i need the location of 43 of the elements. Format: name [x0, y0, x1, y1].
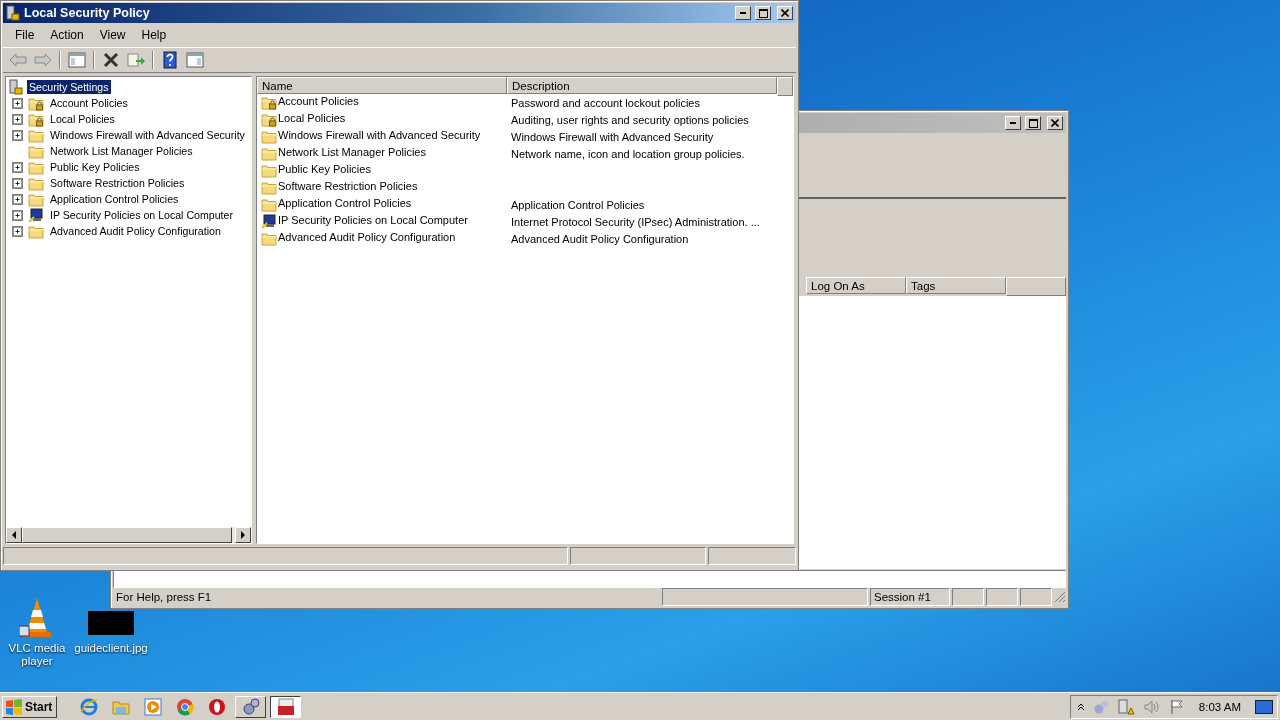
column-header[interactable]: Description — [507, 77, 777, 94]
tree-item[interactable]: Security Settings — [27, 80, 111, 94]
list-item[interactable]: IP Security Policies on Local Computer — [277, 214, 468, 229]
menu-item[interactable]: Action — [42, 28, 92, 42]
tree-item[interactable]: Advanced Audit Policy Configuration — [48, 224, 223, 238]
tree-item[interactable]: Network List Manager Policies — [48, 144, 195, 158]
list-item[interactable]: Local Policies — [277, 112, 346, 127]
list-item[interactable]: Windows Firewall with Advanced Security — [277, 129, 481, 144]
list-item[interactable]: Advanced Audit Policy Configuration — [277, 231, 456, 246]
table-cell: Advanced Audit Policy Configuration — [511, 232, 689, 245]
desktop-icon[interactable]: VLC media player — [0, 596, 74, 668]
start-button[interactable]: Start — [2, 695, 58, 718]
tree-item[interactable]: Software Restriction Policies — [48, 176, 187, 190]
session-label: Session #1 — [874, 591, 931, 603]
window-title: Local Security Policy — [24, 6, 150, 20]
column-header[interactable]: Log On As — [806, 277, 906, 294]
table-cell: Network name, icon and location group policies. — [511, 147, 745, 160]
list-item[interactable]: Public Key Policies — [277, 163, 371, 178]
tree-item[interactable]: Account Policies — [48, 96, 130, 110]
desktop-icon-label: VLC media player — [7, 642, 67, 668]
menu-item[interactable]: View — [91, 28, 134, 42]
table-cell: Internet Protocol Security (IPsec) Administration. ... — [511, 215, 760, 228]
list-item[interactable]: Software Restriction Policies — [277, 180, 418, 195]
table-cell: Application Control Policies — [511, 198, 645, 211]
status-text: For Help, press F1 — [116, 591, 212, 603]
tree-item[interactable]: Public Key Policies — [48, 160, 142, 174]
table-cell: Password and account lockout policies — [511, 96, 700, 109]
table-cell: Auditing, user rights and security options policies — [511, 113, 749, 126]
tree-item[interactable]: IP Security Policies on Local Computer — [48, 208, 235, 222]
desktop-icon[interactable]: guideclient.jpg — [74, 611, 148, 668]
tree-item[interactable]: Local Policies — [48, 112, 117, 126]
tree-item[interactable]: Application Control Policies — [48, 192, 181, 206]
menu-item[interactable]: File — [7, 28, 43, 42]
clock[interactable]: 8:03 AM — [1192, 700, 1247, 713]
menu-item[interactable]: Help — [133, 28, 175, 42]
list-item[interactable]: Application Control Policies — [277, 197, 412, 212]
list-item[interactable]: Account Policies — [277, 95, 359, 110]
column-header[interactable]: Tags — [906, 277, 1006, 294]
column-header[interactable]: Name — [257, 77, 507, 94]
desktop-icon-label: guideclient.jpg — [74, 642, 148, 655]
list-item[interactable]: Network List Manager Policies — [277, 146, 426, 161]
tree-item[interactable]: Windows Firewall with Advanced Security — [48, 128, 247, 142]
table-cell: Windows Firewall with Advanced Security — [511, 130, 714, 143]
